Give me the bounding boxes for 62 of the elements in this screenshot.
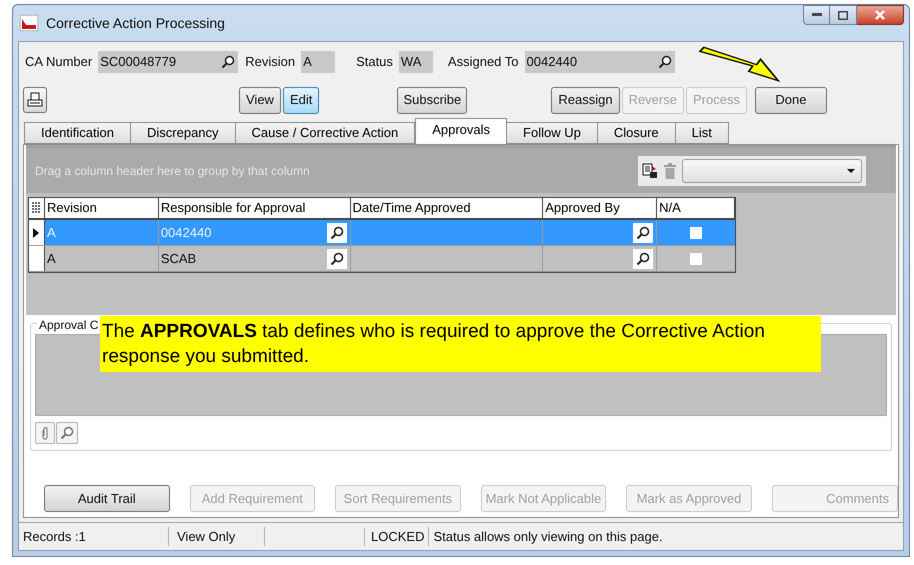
input-field[interactable]: A (301, 51, 336, 73)
button[interactable]: Done (754, 86, 827, 114)
tab[interactable]: Cause / Corrective Action (234, 122, 416, 144)
dropdown[interactable] (682, 158, 862, 182)
toggle-button[interactable]: Edit (282, 86, 320, 114)
maximize-button[interactable] (830, 5, 857, 25)
lookup-icon[interactable] (635, 250, 652, 266)
search-icon[interactable] (656, 54, 673, 70)
minimize-icon (812, 13, 822, 17)
lookup-icon[interactable] (635, 224, 652, 240)
maximize-icon (838, 10, 848, 20)
lookup-icon[interactable] (328, 250, 345, 266)
tab[interactable]: Identification (24, 122, 131, 144)
checkbox[interactable] (690, 252, 702, 264)
status-text: Status allows only viewing on this page. (432, 528, 663, 546)
column-header[interactable]: Revision (44, 198, 159, 218)
column-header[interactable]: Approved By (543, 198, 658, 218)
column-header[interactable]: N/A (657, 198, 735, 218)
status-text: View Only (169, 526, 265, 546)
table-cell: SCAB (158, 246, 351, 271)
column-chooser-icon[interactable] (31, 202, 42, 214)
table-cell: A (44, 220, 159, 245)
tab[interactable]: Approvals (415, 118, 508, 144)
close-icon (875, 10, 885, 20)
field-label: Status (356, 53, 393, 72)
field-label: Revision (245, 53, 296, 72)
field-label: Assigned To (448, 53, 519, 72)
lookup-icon[interactable] (328, 224, 345, 240)
dropdown-caret-icon (847, 168, 855, 172)
table-row[interactable]: A SCAB (29, 246, 735, 272)
group-hint: Drag a column header here to group by that column (35, 162, 310, 180)
export-icon[interactable] (642, 162, 658, 178)
table-cell: 0042440 (158, 220, 351, 245)
attachment-button[interactable] (35, 422, 55, 444)
print-button[interactable] (23, 87, 47, 113)
checkbox[interactable] (690, 226, 702, 238)
tab[interactable]: List (674, 122, 729, 144)
close-button[interactable] (857, 5, 904, 25)
search-icon[interactable] (220, 54, 236, 70)
tab[interactable]: Discrepancy (130, 122, 236, 144)
field-label: CA Number (25, 53, 92, 72)
table-cell: A (44, 246, 159, 271)
callout-tooltip: The APPROVALS tab defines who is required to approve the Corrective Action response you submitted. (100, 316, 821, 372)
window-title: Corrective Action Processing (46, 14, 225, 33)
input-field[interactable]: SC00048779 (98, 51, 238, 73)
status-text: LOCKED (365, 526, 430, 546)
input-field[interactable]: WA (398, 51, 433, 73)
paperclip-icon (41, 426, 49, 440)
button[interactable]: View (239, 86, 281, 114)
app-logo-icon (20, 15, 38, 31)
column-header[interactable]: Responsible for Approval (158, 198, 351, 218)
button[interactable]: Audit Trail (44, 485, 170, 512)
input-field[interactable]: 0042440 (524, 51, 675, 73)
printer-icon (27, 92, 43, 108)
row-pointer-icon (33, 228, 40, 238)
button[interactable]: Subscribe (397, 86, 468, 114)
status-text: Records :1 (19, 526, 169, 546)
button[interactable]: Reassign (551, 86, 620, 114)
tab[interactable]: Closure (596, 122, 676, 144)
tab[interactable]: Follow Up (506, 122, 598, 144)
minimize-button[interactable] (803, 5, 830, 25)
column-header[interactable]: Date/Time Approved (350, 198, 544, 218)
